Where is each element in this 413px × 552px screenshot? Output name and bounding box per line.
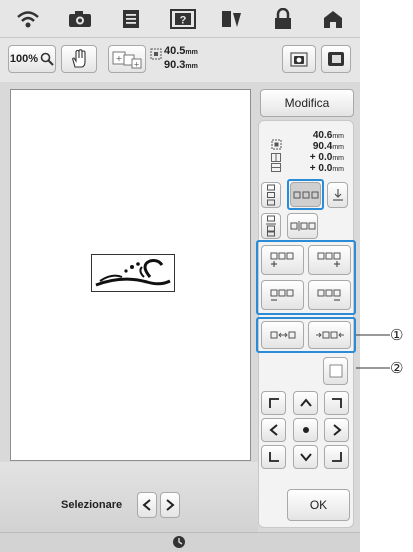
decrease-spacing-button[interactable]	[261, 321, 304, 349]
wifi-icon[interactable]	[16, 10, 40, 30]
svg-text:+: +	[116, 54, 123, 63]
toolbar-height-unit: mm	[185, 63, 198, 70]
panel-offset-readout: + 0.0mm + 0.0mm	[282, 153, 344, 175]
offset-y-icon	[271, 163, 281, 172]
chevron-left-icon	[268, 424, 278, 436]
offset-y-unit: mm	[332, 166, 344, 173]
toolbar-size-readout: 40.5mm 90.3mm	[164, 45, 234, 73]
select-next-button[interactable]	[160, 492, 180, 518]
edit-button-label: Modifica	[284, 96, 330, 110]
vertical-split-button[interactable]	[261, 213, 281, 239]
pan-button[interactable]	[61, 45, 97, 73]
select-label: Selezionare	[61, 499, 123, 511]
add-repeat-right-button[interactable]	[308, 245, 351, 275]
lock-icon[interactable]	[274, 8, 292, 30]
horizontal-split-icon	[290, 221, 315, 231]
screen-icon	[328, 52, 344, 66]
corner-top-right-icon	[331, 398, 342, 408]
add-right-icon	[317, 252, 340, 267]
vertical-repeat-button[interactable]	[261, 182, 281, 208]
horizontal-repeat-icon	[293, 191, 318, 198]
remove-repeat-right-button[interactable]	[308, 280, 351, 310]
vertical-repeat-icon	[267, 184, 275, 206]
remove-right-icon	[317, 289, 340, 301]
move-up-left-button[interactable]	[261, 391, 286, 415]
screen-view-button[interactable]	[321, 45, 351, 73]
move-left-button[interactable]	[261, 418, 286, 442]
offset-x-value: + 0.0	[309, 152, 333, 163]
center-dot-icon	[302, 427, 309, 433]
move-to-edge-button[interactable]	[327, 182, 348, 208]
hand-pan-icon	[72, 49, 86, 68]
move-down-right-button[interactable]	[324, 445, 349, 469]
home-icon[interactable]	[322, 9, 344, 29]
flourish-pattern-icon	[95, 259, 171, 287]
chevron-left-icon	[142, 499, 151, 511]
spacing-decrease-icon	[270, 331, 295, 339]
pattern-frame[interactable]	[91, 254, 175, 292]
remove-repeat-left-button[interactable]	[261, 280, 304, 310]
offset-x-icon	[271, 153, 281, 162]
toolbar-width-unit: mm	[185, 49, 198, 56]
panel-size-readout: 40.6mm 90.4mm	[282, 131, 344, 153]
panel-height-unit: mm	[332, 144, 344, 151]
move-down-button[interactable]	[293, 445, 318, 469]
callout-lines	[356, 334, 390, 369]
add-repeat-left-button[interactable]	[261, 245, 304, 275]
move-down-left-button[interactable]	[261, 445, 286, 469]
edit-button[interactable]: Modifica	[260, 89, 354, 117]
svg-text:?: ?	[180, 15, 187, 27]
panel-height-value: 90.4	[312, 141, 333, 152]
corner-top-left-icon	[268, 398, 279, 408]
chevron-right-icon	[166, 499, 175, 511]
help-icon[interactable]: ?	[170, 9, 196, 29]
scan-camera-icon	[290, 52, 308, 67]
move-up-button[interactable]	[293, 391, 318, 415]
toolbar-width-value: 40.5	[164, 45, 186, 57]
move-center-button[interactable]	[293, 418, 318, 442]
increase-spacing-button[interactable]	[308, 321, 351, 349]
chevron-up-icon	[299, 398, 312, 407]
size-frame-icon	[150, 48, 162, 60]
arrow-down-line-icon	[332, 189, 343, 201]
clock-icon	[173, 536, 185, 548]
vertical-split-icon	[266, 215, 276, 237]
remove-left-icon	[270, 289, 293, 301]
ok-button[interactable]: OK	[287, 489, 350, 521]
select-previous-button[interactable]	[137, 492, 157, 518]
offset-x-unit: mm	[332, 155, 344, 162]
layout-view-icon: + +	[112, 51, 142, 69]
horizontal-split-button[interactable]	[287, 213, 318, 239]
svg-text:+: +	[134, 61, 140, 69]
horizontal-repeat-button[interactable]	[290, 182, 321, 207]
add-left-icon	[270, 252, 293, 267]
panel-width-value: 40.6	[312, 130, 333, 141]
spacing-increase-icon	[315, 331, 344, 339]
square-icon	[329, 364, 342, 378]
panel-size-frame-icon	[271, 139, 282, 150]
ok-button-label: OK	[309, 498, 328, 512]
panel-width-unit: mm	[332, 133, 344, 140]
thread-icon[interactable]	[219, 9, 243, 29]
scan-camera-button[interactable]	[282, 45, 316, 73]
layout-view-button[interactable]: + +	[108, 45, 146, 73]
cancel-repeat-button[interactable]	[323, 357, 348, 385]
corner-bottom-right-icon	[331, 452, 342, 462]
zoom-value: 100%	[9, 53, 39, 65]
zoom-magnifier-icon	[40, 52, 54, 66]
callout-2: ②	[390, 359, 404, 377]
chevron-right-icon	[332, 424, 342, 436]
zoom-button[interactable]: 100%	[8, 45, 56, 73]
toolbar-height-value: 90.3	[164, 59, 186, 71]
offset-y-value: + 0.0	[309, 163, 333, 174]
bottom-bar	[0, 462, 258, 532]
chevron-down-icon	[299, 453, 312, 462]
move-right-button[interactable]	[324, 418, 349, 442]
camera-icon[interactable]	[68, 10, 92, 28]
move-up-right-button[interactable]	[324, 391, 349, 415]
corner-bottom-left-icon	[268, 452, 279, 462]
document-icon[interactable]	[122, 9, 140, 29]
callout-1: ①	[390, 326, 404, 344]
